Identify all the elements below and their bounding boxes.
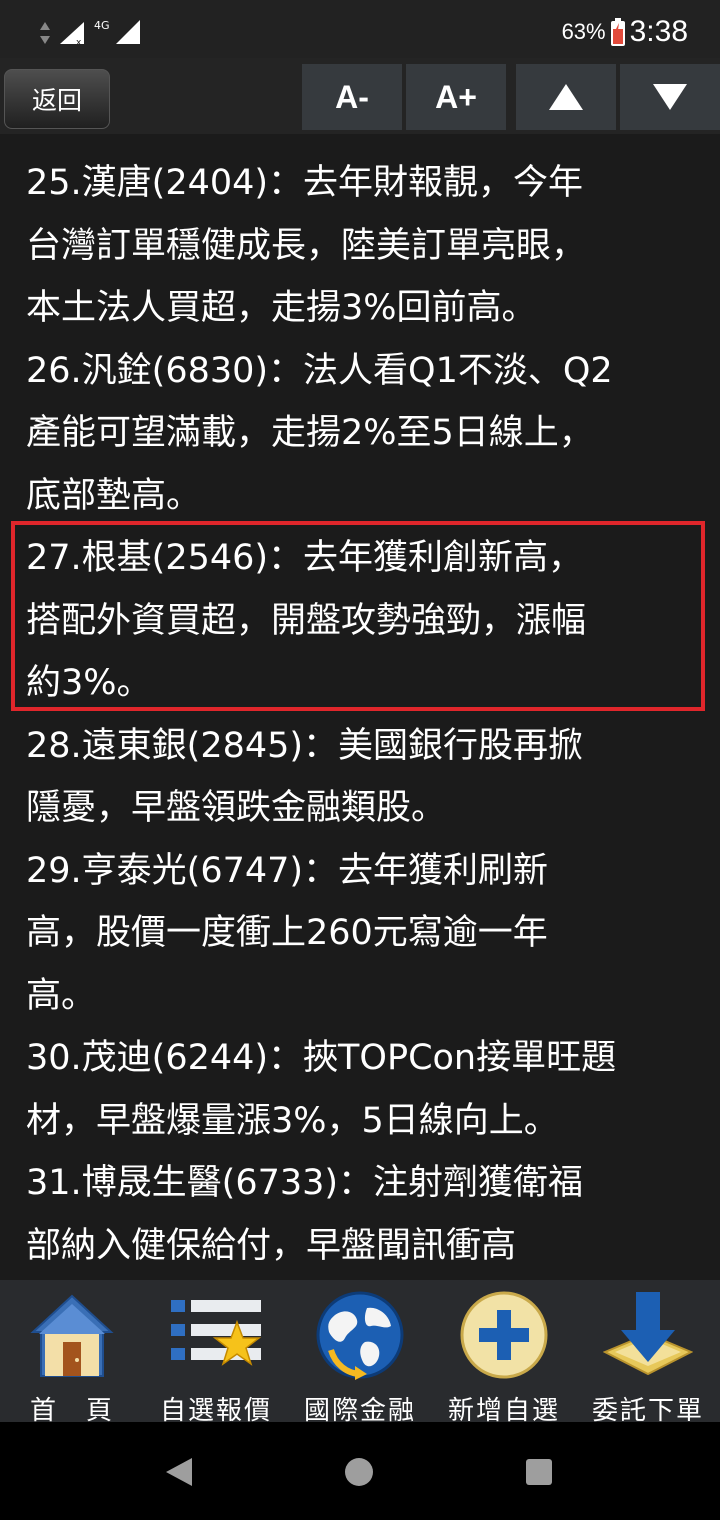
battery-charging-icon: [610, 18, 625, 46]
toolbar: 返回 A- A+: [0, 58, 720, 134]
article-content[interactable]: 25.漢唐(2404)：去年財報靚，今年 台灣訂單穩健成長，陸美訂單亮眼， 本土…: [0, 134, 720, 1280]
news-line: 底部墊高。: [26, 475, 202, 516]
news-item-25: 25.漢唐(2404)：去年財報靚，今年 台灣訂單穩健成長，陸美訂單亮眼， 本土…: [26, 152, 698, 340]
scroll-up-button[interactable]: [516, 64, 616, 130]
font-decrease-button[interactable]: A-: [302, 64, 402, 130]
news-line: 本土法人買超，走揚3%回前高。: [26, 288, 537, 328]
news-line: 31.博晟生醫(6733)：注射劑獲衛福: [26, 1163, 584, 1203]
news-item-26: 26.汎銓(6830)：法人看Q1不淡、Q2 產能可望滿載，走揚2%至5日線上，…: [26, 340, 698, 528]
network-type: 4G: [94, 18, 110, 32]
battery-percent: 63%: [561, 19, 606, 44]
nav-watchlist[interactable]: 自選報價: [144, 1280, 288, 1426]
bottom-nav: 首 頁 自選報價 國際金融 新增自選 委託下單: [0, 1280, 720, 1426]
news-line: 高。: [26, 975, 97, 1016]
signal-strength-icon-2: [115, 20, 140, 44]
data-arrows-icon: [40, 22, 50, 44]
news-line: 台灣訂單穩健成長，陸美訂單亮眼，: [26, 225, 587, 266]
news-line: 材，早盤爆量漲3%，5日線向上。: [26, 1100, 559, 1141]
news-line: 部納入健保給付，早盤聞訊衝高: [26, 1225, 517, 1266]
order-download-icon: [603, 1292, 693, 1376]
back-triangle-icon[interactable]: [162, 1456, 194, 1488]
news-line: 30.茂迪(6244)：挾TOPCon接單旺題: [26, 1038, 617, 1078]
news-line: 29.亨泰光(6747)：去年獲利刷新: [26, 850, 549, 891]
nav-home[interactable]: 首 頁: [0, 1280, 144, 1426]
system-navigation-bar: [0, 1422, 720, 1520]
clock: 3:38: [629, 15, 688, 48]
add-plus-icon: [460, 1291, 548, 1379]
news-item-28: 28.遠東銀(2845)：美國銀行股再掀 隱憂，早盤領跌金融類股。: [26, 715, 698, 840]
news-line: 28.遠東銀(2845)：美國銀行股再掀: [26, 725, 584, 766]
nav-add-watchlist[interactable]: 新增自選: [432, 1280, 576, 1426]
status-bar: x 4G 63% 3:38: [0, 0, 720, 58]
news-item-31: 31.博晟生醫(6733)：注射劑獲衛福 部納入健保給付，早盤聞訊衝高: [26, 1152, 698, 1277]
news-line: 26.汎銓(6830)：法人看Q1不淡、Q2: [26, 350, 613, 391]
triangle-up-icon: [549, 84, 583, 110]
signal-strength-icon: x: [60, 22, 84, 46]
news-item-29: 29.亨泰光(6747)：去年獲利刷新 高，股價一度衝上260元寫逾一年 高。: [26, 840, 698, 1028]
news-item-30: 30.茂迪(6244)：挾TOPCon接單旺題 材，早盤爆量漲3%，5日線向上。: [26, 1027, 698, 1152]
home-circle-icon[interactable]: [344, 1457, 374, 1487]
svg-text:x: x: [76, 38, 82, 46]
scroll-down-button[interactable]: [620, 64, 720, 130]
status-right: 63% 3:38: [562, 12, 688, 52]
news-line: 高，股價一度衝上260元寫逾一年: [26, 913, 548, 953]
news-line: 25.漢唐(2404)：去年財報靚，今年: [26, 163, 584, 203]
globe-icon: [316, 1291, 404, 1380]
home-icon: [30, 1294, 114, 1377]
nav-international-finance[interactable]: 國際金融: [288, 1280, 432, 1426]
previous-line-fragment: [0, 134, 720, 152]
signal-indicators: x 4G: [38, 16, 142, 50]
news-line: 隱憂，早盤領跌金融類股。: [26, 788, 447, 828]
back-button[interactable]: 返回: [4, 69, 110, 129]
recents-square-icon[interactable]: [525, 1458, 553, 1486]
watchlist-star-icon: [171, 1300, 261, 1366]
nav-place-order[interactable]: 委託下單: [576, 1280, 720, 1426]
news-line: 產能可望滿載，走揚2%至5日線上，: [26, 413, 594, 453]
font-increase-button[interactable]: A+: [406, 64, 506, 130]
triangle-down-icon: [653, 84, 687, 110]
highlight-box: [11, 521, 705, 711]
